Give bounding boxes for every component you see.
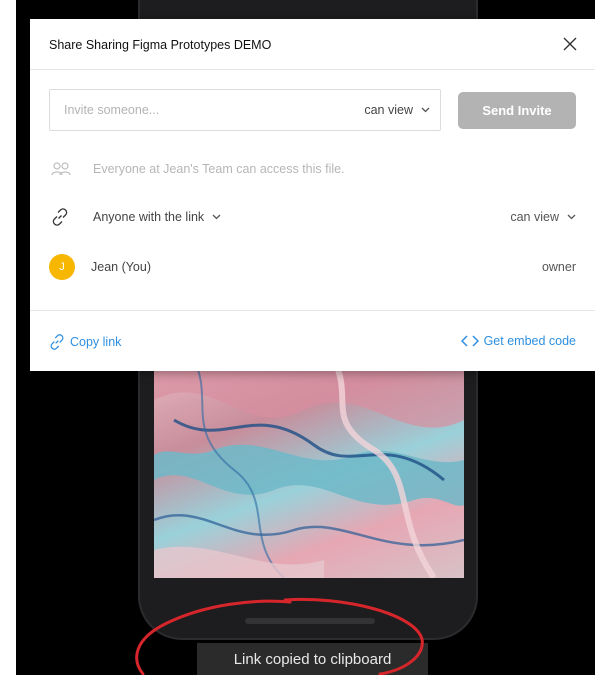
red-circle-annotation bbox=[135, 597, 424, 675]
link-permission-dropdown[interactable]: can view bbox=[510, 210, 576, 224]
link-icon bbox=[50, 334, 64, 350]
avatar: J bbox=[49, 254, 75, 280]
chevron-down-icon bbox=[212, 214, 221, 220]
team-access-text: Everyone at Jean's Team can access this … bbox=[93, 162, 345, 176]
link-icon bbox=[51, 205, 77, 229]
owner-role-label: owner bbox=[541, 260, 576, 274]
dialog-title: Share Sharing Figma Prototypes DEMO bbox=[49, 38, 272, 52]
send-invite-button[interactable]: Send Invite bbox=[458, 92, 576, 129]
close-button[interactable] bbox=[559, 33, 581, 55]
get-embed-code-button[interactable]: Get embed code bbox=[460, 334, 576, 348]
marble-artwork bbox=[154, 360, 464, 578]
copy-link-button[interactable]: Copy link bbox=[49, 334, 121, 350]
link-access-row: Anyone with the link can view bbox=[49, 205, 576, 229]
link-scope-dropdown[interactable]: Anyone with the link bbox=[93, 210, 221, 224]
copy-link-label: Copy link bbox=[70, 335, 122, 349]
chevron-down-icon bbox=[421, 107, 430, 113]
dialog-header: Share Sharing Figma Prototypes DEMO bbox=[30, 19, 595, 70]
close-icon bbox=[563, 37, 577, 51]
embed-code-label: Get embed code bbox=[483, 334, 576, 348]
prototype-screen-image bbox=[154, 360, 464, 578]
owner-row: J Jean (You) owner bbox=[49, 254, 576, 280]
link-scope-label: Anyone with the link bbox=[93, 210, 205, 224]
owner-name: Jean (You) bbox=[91, 260, 151, 274]
team-access-row: Everyone at Jean's Team can access this … bbox=[49, 157, 576, 181]
invite-input[interactable] bbox=[64, 103, 314, 117]
invite-permission-dropdown[interactable]: can view bbox=[364, 103, 430, 117]
invite-permission-label: can view bbox=[364, 103, 413, 117]
chevron-down-icon bbox=[567, 214, 576, 220]
invite-field-wrapper: can view bbox=[49, 89, 441, 131]
code-icon bbox=[460, 335, 479, 347]
team-icon bbox=[51, 157, 77, 181]
link-permission-label: can view bbox=[510, 210, 559, 224]
share-dialog: Share Sharing Figma Prototypes DEMO can … bbox=[30, 19, 595, 371]
dialog-footer: Copy link Get embed code bbox=[30, 310, 595, 372]
